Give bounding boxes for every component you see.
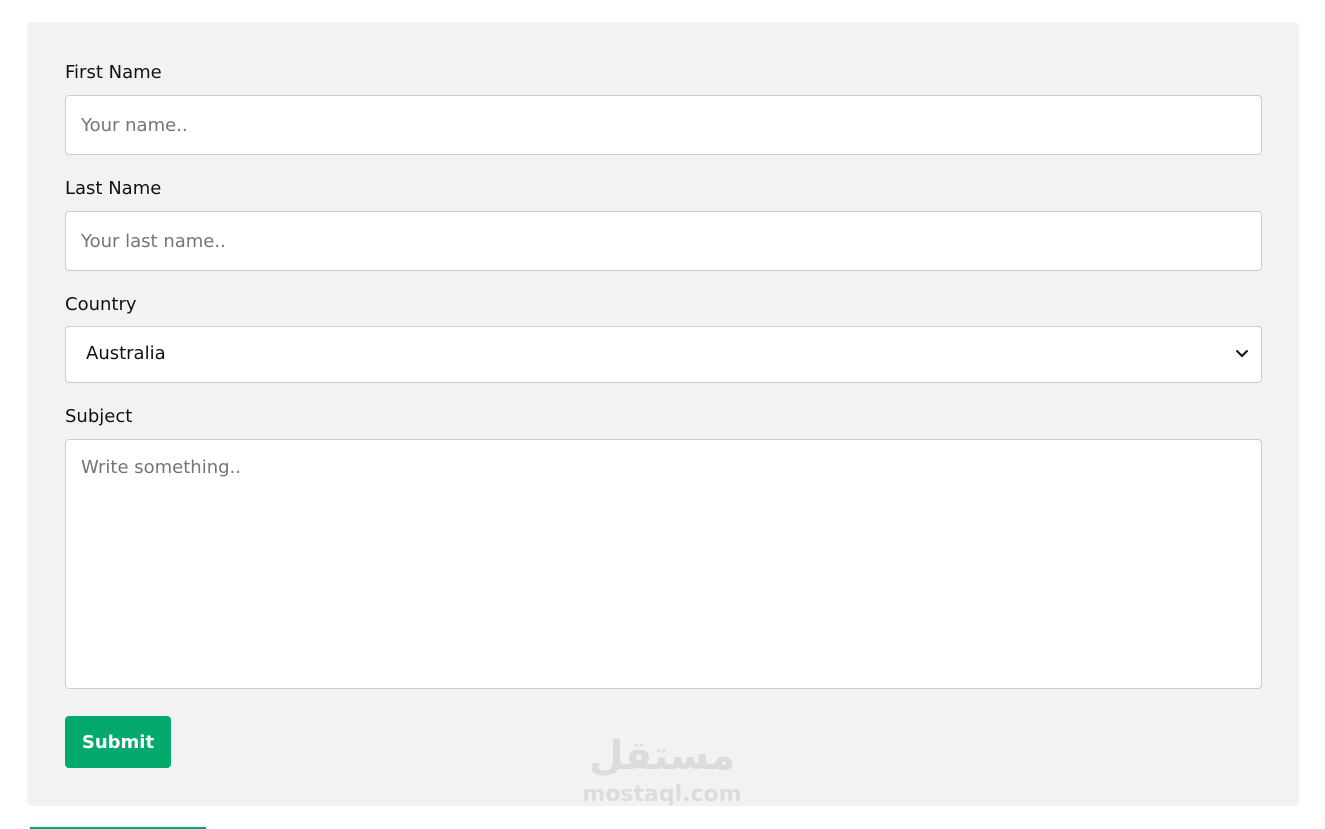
subject-textarea[interactable] xyxy=(65,439,1262,689)
submit-button[interactable]: Submit xyxy=(65,716,171,768)
form-container: First Name Last Name Country Australia S… xyxy=(27,22,1299,807)
country-select[interactable]: Australia xyxy=(65,326,1262,383)
chevron-down-icon xyxy=(1235,345,1249,363)
subject-label: Subject xyxy=(65,406,133,427)
country-label: Country xyxy=(65,294,137,315)
watermark-url: mostaql.com xyxy=(582,782,742,807)
first-name-input[interactable] xyxy=(65,95,1262,155)
first-name-label: First Name xyxy=(65,62,162,83)
last-name-label: Last Name xyxy=(65,178,162,199)
last-name-input[interactable] xyxy=(65,211,1262,271)
watermark-logo: مستقل mostaql.com xyxy=(582,730,742,816)
country-selected-value: Australia xyxy=(86,343,166,364)
watermark-logo-text: مستقل xyxy=(588,733,736,779)
